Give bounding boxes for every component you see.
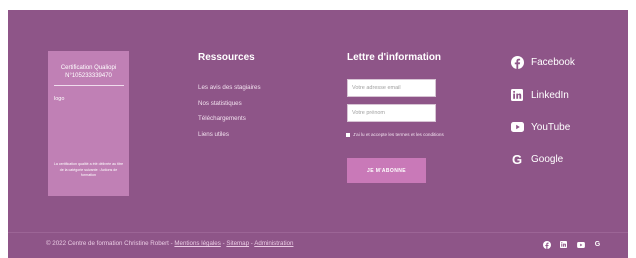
linkedin-icon <box>510 88 524 102</box>
link-statistiques[interactable]: Nos statistiques <box>198 96 261 112</box>
email-field[interactable] <box>347 79 436 97</box>
facebook-icon[interactable] <box>542 240 551 249</box>
footer-divider <box>8 232 628 233</box>
social-google[interactable]: G Google <box>510 151 563 167</box>
certification-title: Certification Qualiopi N°105233339470 <box>60 65 117 79</box>
social-facebook[interactable]: Facebook <box>510 54 575 70</box>
link-avis-stagiaires[interactable]: Les avis des stagiaires <box>198 80 261 96</box>
resources-list: Les avis des stagiaires Nos statistiques… <box>198 80 261 142</box>
social-linkedin-label: LinkedIn <box>531 89 569 101</box>
certification-divider <box>53 85 124 86</box>
link-telechargements[interactable]: Téléchargements <box>198 111 261 127</box>
link-liens-utiles[interactable]: Liens utiles <box>198 127 261 143</box>
certification-card: Certification Qualiopi N°105233339470 lo… <box>48 51 129 196</box>
copyright-bar: © 2022 Centre de formation Christine Rob… <box>46 240 293 247</box>
social-linkedin[interactable]: LinkedIn <box>510 87 569 103</box>
sitemap-link[interactable]: Sitemap <box>226 240 249 247</box>
certification-logo: logo <box>54 96 65 102</box>
separator: - <box>250 240 253 247</box>
legal-link[interactable]: Mentions légales <box>174 240 220 247</box>
social-google-label: Google <box>531 153 564 165</box>
social-facebook-label: Facebook <box>531 56 575 68</box>
consent-label: J'ai lu et accepte les termes et les con… <box>353 132 444 137</box>
copyright-text: © 2022 Centre de formation Christine Rob… <box>46 240 173 247</box>
google-icon[interactable]: G <box>593 240 602 249</box>
administration-link[interactable]: Administration <box>254 240 293 247</box>
certification-note: La certification qualité a été délivrée … <box>53 162 124 177</box>
social-youtube[interactable]: YouTube <box>510 119 570 135</box>
newsletter-title: Lettre d'information <box>347 52 442 63</box>
consent-checkbox[interactable] <box>346 132 350 137</box>
resources-title: Ressources <box>198 52 255 63</box>
youtube-icon <box>510 120 524 134</box>
site-footer: Certification Qualiopi N°105233339470 lo… <box>8 10 628 258</box>
subscribe-button[interactable]: JE M'ABONNE <box>347 158 426 183</box>
youtube-icon[interactable] <box>576 240 585 249</box>
facebook-icon <box>510 55 524 69</box>
firstname-field[interactable] <box>347 104 436 122</box>
consent-row: J'ai lu et accepte les termes et les con… <box>346 131 446 138</box>
separator: - <box>222 240 225 247</box>
linkedin-icon[interactable] <box>559 240 568 249</box>
social-youtube-label: YouTube <box>531 121 571 133</box>
google-icon: G <box>511 151 523 167</box>
footer-social-icons: G <box>542 240 602 249</box>
